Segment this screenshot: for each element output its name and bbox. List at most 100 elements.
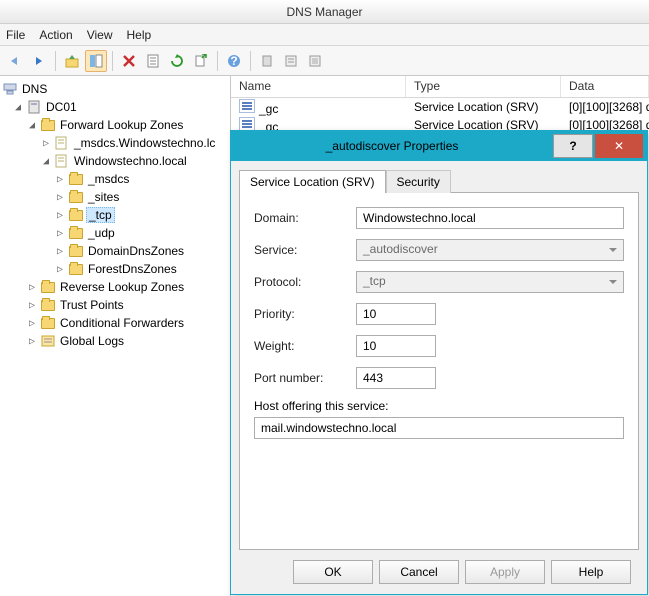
weight-label: Weight: (254, 339, 356, 353)
tree-udp[interactable]: ▷ _udp (0, 224, 230, 242)
tree-msdcs[interactable]: ▷ _msdcs (0, 170, 230, 188)
menu-file[interactable]: File (6, 28, 25, 42)
port-label: Port number: (254, 371, 356, 385)
tree-server[interactable]: ◢ DC01 (0, 98, 230, 116)
menu-view[interactable]: View (87, 28, 113, 42)
filter1-button[interactable] (256, 50, 278, 72)
tree-cf[interactable]: ▷ Conditional Forwarders (0, 314, 230, 332)
record-icon (239, 117, 255, 131)
nav-back-button[interactable] (4, 50, 26, 72)
cancel-button[interactable]: Cancel (379, 560, 459, 584)
expander-icon[interactable]: ▷ (40, 137, 52, 149)
tree-label: Global Logs (58, 334, 126, 348)
apply-button[interactable]: Apply (465, 560, 545, 584)
port-input[interactable] (356, 367, 436, 389)
dialog-help-button[interactable]: ? (553, 134, 593, 158)
folder-icon (40, 297, 56, 313)
show-hide-tree-button[interactable] (85, 50, 107, 72)
cell-type: Service Location (SRV) (406, 100, 561, 114)
service-select[interactable]: _autodiscover (356, 239, 624, 261)
priority-input[interactable] (356, 303, 436, 325)
list-row[interactable]: _gc Service Location (SRV) [0][100][3268… (231, 98, 649, 116)
refresh-button[interactable] (166, 50, 188, 72)
tree-label: Conditional Forwarders (58, 316, 186, 330)
nav-forward-button[interactable] (28, 50, 50, 72)
export-button[interactable] (190, 50, 212, 72)
expander-icon[interactable]: ▷ (54, 263, 66, 275)
folder-icon (40, 315, 56, 331)
service-label: Service: (254, 243, 356, 257)
tree-tcp[interactable]: ▷ _tcp (0, 206, 230, 224)
toolbar-separator (250, 51, 251, 71)
dialog-title: _autodiscover Properties (231, 139, 553, 153)
tab-srv[interactable]: Service Location (SRV) (239, 170, 386, 193)
tree-ddz[interactable]: ▷ DomainDnsZones (0, 242, 230, 260)
filter2-button[interactable] (280, 50, 302, 72)
tree-root-dns[interactable]: DNS (0, 80, 230, 98)
tree-zone-main[interactable]: ◢ Windowstechno.local (0, 152, 230, 170)
menu-action[interactable]: Action (39, 28, 72, 42)
dialog-buttons: OK Cancel Apply Help (239, 550, 639, 586)
tree-sites[interactable]: ▷ _sites (0, 188, 230, 206)
tree-flz[interactable]: ◢ Forward Lookup Zones (0, 116, 230, 134)
expander-icon[interactable]: ▷ (26, 281, 38, 293)
folder-icon (68, 243, 84, 259)
folder-icon (68, 171, 84, 187)
list-header: Name Type Data (231, 76, 649, 98)
tree-label: _tcp (86, 207, 115, 223)
expander-icon[interactable]: ◢ (12, 101, 24, 113)
expander-icon[interactable]: ▷ (54, 245, 66, 257)
col-data[interactable]: Data (561, 76, 649, 97)
filter3-button[interactable] (304, 50, 326, 72)
protocol-select[interactable]: _tcp (356, 271, 624, 293)
tree-rlz[interactable]: ▷ Reverse Lookup Zones (0, 278, 230, 296)
menu-help[interactable]: Help (127, 28, 152, 42)
tree-label: DC01 (44, 100, 79, 114)
toolbar-separator (55, 51, 56, 71)
tree-label: _udp (86, 226, 117, 240)
dialog-titlebar[interactable]: _autodiscover Properties ? ✕ (231, 131, 647, 161)
up-button[interactable] (61, 50, 83, 72)
tree-pane: DNS ◢ DC01 ◢ Forward Lookup Zones ▷ _msd… (0, 76, 231, 596)
dialog-close-button[interactable]: ✕ (595, 134, 643, 158)
expander-icon[interactable]: ▷ (26, 335, 38, 347)
expander-icon[interactable]: ▷ (54, 191, 66, 203)
dialog-tabs: Service Location (SRV) Security (239, 169, 639, 192)
tree-fdz[interactable]: ▷ ForestDnsZones (0, 260, 230, 278)
tree-zone-msdcs[interactable]: ▷ _msdcs.Windowstechno.lc (0, 134, 230, 152)
menubar: File Action View Help (0, 24, 649, 46)
properties-button[interactable] (142, 50, 164, 72)
host-input[interactable] (254, 417, 624, 439)
zone-icon (54, 135, 70, 151)
folder-icon (68, 207, 84, 223)
delete-button[interactable] (118, 50, 140, 72)
expander-icon[interactable]: ◢ (26, 119, 38, 131)
priority-label: Priority: (254, 307, 356, 321)
expander-icon[interactable]: ▷ (54, 227, 66, 239)
toolbar: ? (0, 46, 649, 76)
domain-input[interactable] (356, 207, 624, 229)
col-name[interactable]: Name (231, 76, 406, 97)
col-type[interactable]: Type (406, 76, 561, 97)
cell-name: _gc (259, 102, 278, 116)
cell-data: [0][100][3268] d (561, 100, 649, 114)
tree-gl[interactable]: ▷ Global Logs (0, 332, 230, 350)
ok-button[interactable]: OK (293, 560, 373, 584)
dns-icon (2, 81, 18, 97)
tab-security[interactable]: Security (386, 170, 451, 193)
help-button[interactable]: Help (551, 560, 631, 584)
expander-icon[interactable]: ◢ (40, 155, 52, 167)
tree-label: Trust Points (58, 298, 126, 312)
weight-input[interactable] (356, 335, 436, 357)
tree-tp[interactable]: ▷ Trust Points (0, 296, 230, 314)
expander-icon[interactable]: ▷ (26, 299, 38, 311)
expander-icon[interactable]: ▷ (54, 173, 66, 185)
record-icon (239, 99, 255, 113)
properties-dialog: _autodiscover Properties ? ✕ Service Loc… (230, 130, 648, 595)
expander-icon[interactable]: ▷ (26, 317, 38, 329)
tree-label: _msdcs.Windowstechno.lc (72, 136, 217, 150)
expander-icon[interactable]: ▷ (54, 209, 66, 221)
window-titlebar: DNS Manager (0, 0, 649, 24)
help-button[interactable]: ? (223, 50, 245, 72)
tree-label: DNS (20, 82, 49, 96)
